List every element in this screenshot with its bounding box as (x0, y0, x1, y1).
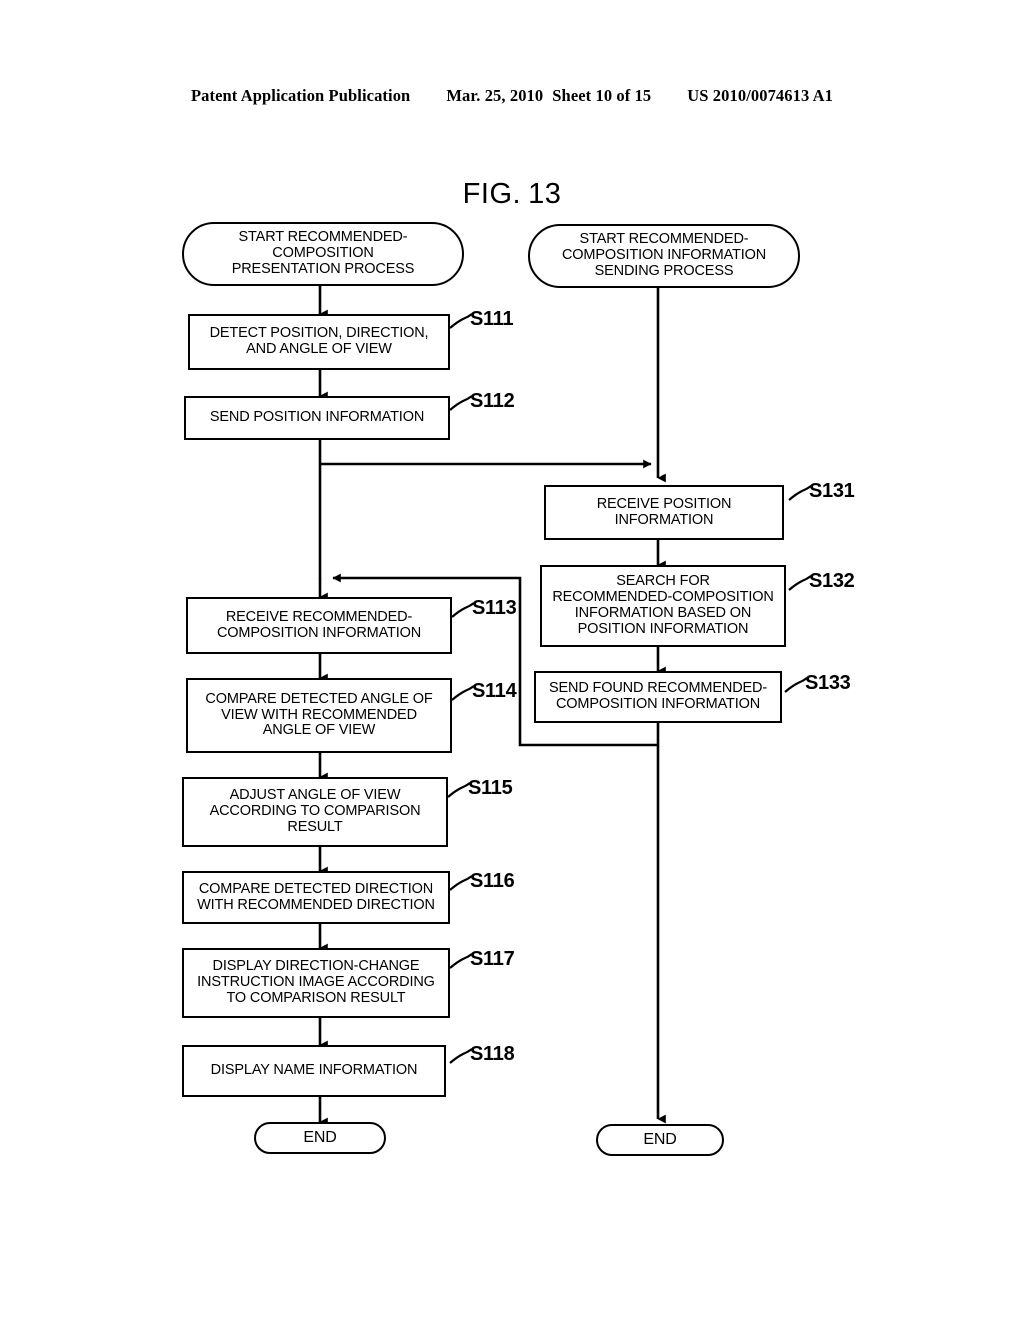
node-s118[interactable]: DISPLAY NAME INFORMATION (182, 1045, 446, 1097)
node-s115[interactable]: ADJUST ANGLE OF VIEW ACCORDING TO COMPAR… (182, 777, 448, 847)
node-s112[interactable]: SEND POSITION INFORMATION (184, 396, 450, 440)
leader-s114 (451, 685, 475, 701)
step-label-s112: S112 (470, 390, 515, 412)
node-s112-text: SEND POSITION INFORMATION (209, 409, 425, 426)
step-label-s111: S111 (470, 308, 514, 330)
node-s117[interactable]: DISPLAY DIRECTION-CHANGE INSTRUCTION IMA… (182, 948, 450, 1018)
node-s116[interactable]: COMPARE DETECTED DIRECTION WITH RECOMMEN… (182, 871, 450, 924)
flowchart-connectors (318, 286, 812, 1127)
step-label-s132: S132 (809, 570, 855, 592)
leader-s117 (449, 953, 473, 969)
node-s111-text: DETECT POSITION, DIRECTION, AND ANGLE OF… (209, 325, 429, 357)
node-s114[interactable]: COMPARE DETECTED ANGLE OF VIEW WITH RECO… (186, 678, 452, 753)
node-s131[interactable]: RECEIVE POSITION INFORMATION (544, 485, 784, 540)
node-s116-text: COMPARE DETECTED DIRECTION WITH RECOMMEN… (197, 880, 435, 913)
node-end-right-text: END (643, 1131, 677, 1149)
leader-s115 (447, 782, 471, 798)
node-s133-text: SEND FOUND RECOMMENDED- COMPOSITION INFO… (548, 680, 768, 712)
node-end-left-text: END (303, 1129, 337, 1147)
node-s132-text: SEARCH FOR RECOMMENDED-COMPOSITION INFOR… (552, 573, 774, 637)
node-start-right-text: START RECOMMENDED- COMPOSITION INFORMATI… (561, 231, 767, 279)
node-start-left[interactable]: START RECOMMENDED- COMPOSITION PRESENTAT… (182, 222, 464, 286)
step-label-s117: S117 (470, 948, 515, 970)
leader-s116 (449, 875, 473, 891)
leader-s131 (788, 485, 812, 501)
leader-s118 (449, 1048, 473, 1064)
leader-s133 (784, 677, 808, 693)
node-s115-text: ADJUST ANGLE OF VIEW ACCORDING TO COMPAR… (209, 787, 421, 835)
node-s114-text: COMPARE DETECTED ANGLE OF VIEW WITH RECO… (205, 690, 433, 739)
node-end-right[interactable]: END (596, 1124, 724, 1156)
step-label-s114: S114 (472, 680, 517, 702)
leader-s111 (449, 313, 473, 329)
node-s118-text: DISPLAY NAME INFORMATION (210, 1062, 418, 1079)
step-label-s115: S115 (468, 777, 513, 799)
node-s111[interactable]: DETECT POSITION, DIRECTION, AND ANGLE OF… (188, 314, 450, 370)
step-label-s113: S113 (472, 597, 517, 619)
leader-s113 (451, 602, 475, 618)
node-s131-text: RECEIVE POSITION INFORMATION (596, 495, 732, 528)
node-end-left[interactable]: END (254, 1122, 386, 1154)
leader-s112 (449, 395, 473, 411)
step-label-s131: S131 (809, 480, 855, 502)
step-label-s116: S116 (470, 870, 515, 892)
node-start-right[interactable]: START RECOMMENDED- COMPOSITION INFORMATI… (528, 224, 800, 288)
step-label-s133: S133 (805, 672, 851, 694)
node-s133[interactable]: SEND FOUND RECOMMENDED- COMPOSITION INFO… (534, 671, 782, 723)
leader-s132 (788, 575, 812, 591)
node-s132[interactable]: SEARCH FOR RECOMMENDED-COMPOSITION INFOR… (540, 565, 786, 647)
node-s113-text: RECEIVE RECOMMENDED- COMPOSITION INFORMA… (216, 608, 422, 641)
node-s117-text: DISPLAY DIRECTION-CHANGE INSTRUCTION IMA… (197, 958, 435, 1006)
node-s113[interactable]: RECEIVE RECOMMENDED- COMPOSITION INFORMA… (186, 597, 452, 654)
step-label-s118: S118 (470, 1043, 515, 1065)
node-start-left-text: START RECOMMENDED- COMPOSITION PRESENTAT… (231, 229, 415, 277)
